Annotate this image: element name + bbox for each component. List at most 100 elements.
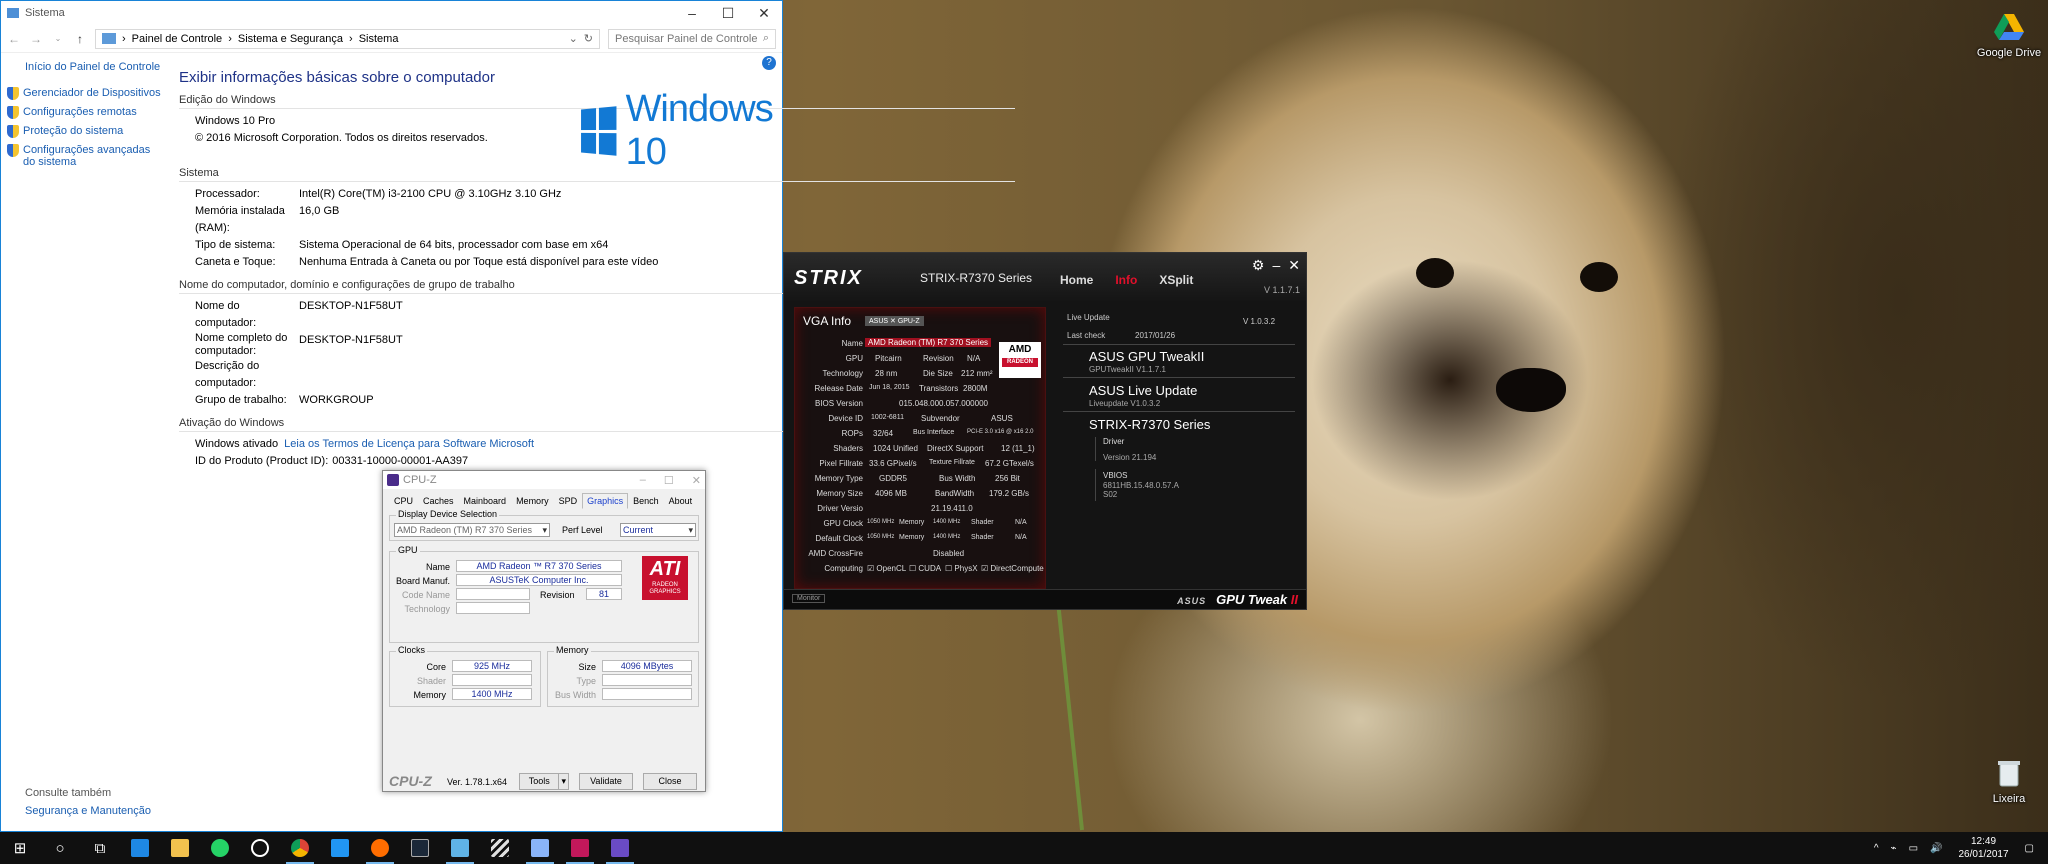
gpu-name-label: Name: [425, 562, 450, 572]
vbios-code: S02: [1103, 490, 1118, 499]
volume-icon[interactable]: 🔊: [1930, 843, 1942, 854]
minimize-button[interactable]: –: [674, 5, 710, 22]
up-arrow-icon[interactable]: ↑: [73, 32, 87, 46]
tools-button[interactable]: Tools ▾: [519, 773, 569, 790]
stripes-app-icon[interactable]: [480, 832, 520, 864]
license-terms-link[interactable]: Leia os Termos de Licença para Software …: [284, 436, 534, 453]
forward-arrow-icon[interactable]: →: [29, 32, 43, 46]
nav-link-label: Proteção do sistema: [23, 125, 124, 137]
close-button[interactable]: ✕: [692, 474, 701, 487]
info-label: GPU: [845, 354, 863, 363]
minimize-button[interactable]: –: [1272, 257, 1280, 274]
nav-home[interactable]: Home: [1060, 273, 1093, 287]
gpu-tweak-footer: Monitor ASUS GPU Tweak II: [784, 589, 1306, 609]
breadcrumb-item[interactable]: Sistema: [359, 33, 399, 45]
grass-stem: [1053, 581, 1084, 831]
network-icon[interactable]: ⌁: [1891, 843, 1897, 854]
display-device-fieldset: Display Device Selection AMD Radeon (TM)…: [389, 509, 699, 541]
nav-link-control-panel-home[interactable]: Início do Painel de Controle: [25, 61, 171, 73]
edge-icon[interactable]: [120, 832, 160, 864]
brand-suffix: II: [1290, 592, 1298, 607]
taskbar: ⊞ ○ ⧉ ^ ⌁ ▭ 🔊 12:49 26/01/2017 ▢: [0, 832, 2048, 864]
update-item-title[interactable]: ASUS Live Update: [1089, 383, 1197, 398]
update-item-title[interactable]: STRIX-R7370 Series: [1089, 417, 1210, 432]
minimize-button[interactable]: –: [640, 474, 646, 487]
close-button[interactable]: ✕: [746, 5, 782, 22]
help-icon[interactable]: ?: [762, 56, 776, 70]
info-value: PCI-E 3.0 x16 @ x16 2.0: [967, 429, 1034, 435]
info-value: N/A: [1015, 519, 1027, 526]
tab-cpu[interactable]: CPU: [389, 493, 418, 509]
checkbox-label: DirectCompute: [990, 564, 1044, 573]
chevron-up-icon[interactable]: ^: [1874, 843, 1879, 854]
notification-icon[interactable]: ▢: [2025, 843, 2034, 854]
system-key: Caneta e Toque:: [195, 256, 276, 268]
nav-xsplit[interactable]: XSplit: [1159, 273, 1193, 287]
search-input[interactable]: Pesquisar Painel de Controle ⌕: [608, 28, 776, 49]
tab-about[interactable]: About: [664, 493, 698, 509]
shield-icon: [7, 144, 19, 157]
breadcrumb-separator: ›: [122, 32, 126, 45]
task-view-icon[interactable]: ⧉: [80, 832, 120, 864]
asus-app-icon[interactable]: [440, 832, 480, 864]
maximize-button[interactable]: ☐: [664, 474, 674, 487]
technology-label: Technology: [404, 604, 450, 614]
update-item-title[interactable]: ASUS GPU TweakII: [1089, 349, 1204, 364]
nav-link-advanced-settings[interactable]: Configurações avançadas do sistema: [7, 144, 171, 168]
gpu-tweak-icon[interactable]: [560, 832, 600, 864]
tab-spd[interactable]: SPD: [554, 493, 583, 509]
tab-memory[interactable]: Memory: [511, 493, 554, 509]
back-arrow-icon[interactable]: ←: [7, 32, 21, 46]
monitor-app-icon[interactable]: [520, 832, 560, 864]
chrome-icon[interactable]: [280, 832, 320, 864]
tab-graphics[interactable]: Graphics: [582, 493, 629, 509]
asus-logo-text: ASUS: [1177, 596, 1207, 606]
info-label: Computing: [824, 564, 863, 573]
steam-icon[interactable]: [400, 832, 440, 864]
close-app-button[interactable]: Close: [643, 773, 697, 790]
info-value: 67.2 GTexel/s: [985, 459, 1034, 468]
core-label: Core: [426, 662, 446, 672]
nav-link-label: Gerenciador de Dispositivos: [23, 87, 161, 99]
tab-mainboard[interactable]: Mainboard: [459, 493, 512, 509]
system-key: Tipo de sistema:: [195, 239, 276, 251]
tab-bench[interactable]: Bench: [628, 493, 664, 509]
refresh-icon[interactable]: ↻: [584, 32, 593, 45]
clock[interactable]: 12:49 26/01/2017: [1958, 835, 2008, 861]
start-button[interactable]: ⊞: [0, 832, 40, 864]
security-maintenance-link[interactable]: Segurança e Manutenção: [25, 805, 151, 817]
nav-link-label: Configurações avançadas do sistema: [23, 144, 151, 168]
monitor-button[interactable]: Monitor: [792, 594, 826, 603]
nav-info[interactable]: Info: [1115, 273, 1137, 287]
desktop-icon-recycle-bin[interactable]: Lixeira: [1974, 756, 2044, 805]
maximize-button[interactable]: ☐: [710, 5, 746, 22]
close-button[interactable]: ✕: [1288, 257, 1300, 274]
messenger-icon[interactable]: [320, 832, 360, 864]
device-select[interactable]: AMD Radeon (TM) R7 370 Series: [394, 523, 550, 537]
gear-icon[interactable]: ⚙: [1252, 257, 1265, 274]
perf-level-label: Perf Level: [562, 525, 603, 535]
file-explorer-icon[interactable]: [160, 832, 200, 864]
breadcrumb-item[interactable]: Painel de Controle: [132, 33, 223, 45]
breadcrumb[interactable]: › Painel de Controle › Sistema e Seguran…: [95, 28, 600, 49]
recent-locations-icon[interactable]: ⌄: [51, 34, 65, 43]
validate-button[interactable]: Validate: [579, 773, 633, 790]
search-icon[interactable]: ○: [40, 832, 80, 864]
window-title: Sistema: [25, 7, 65, 19]
monitor-icon[interactable]: ▭: [1909, 843, 1918, 854]
cpuz-taskbar-icon[interactable]: [600, 832, 640, 864]
nav-link-remote-settings[interactable]: Configurações remotas: [7, 106, 171, 119]
whatsapp-icon[interactable]: [200, 832, 240, 864]
tab-caches[interactable]: Caches: [418, 493, 459, 509]
desktop-icon-google-drive[interactable]: Google Drive: [1974, 10, 2044, 59]
orange-app-icon[interactable]: [360, 832, 400, 864]
nav-link-device-manager[interactable]: Gerenciador de Dispositivos: [7, 87, 171, 100]
info-value: 1050 MHz: [867, 519, 895, 525]
breadcrumb-item[interactable]: Sistema e Segurança: [238, 33, 343, 45]
circle-app-icon[interactable]: [240, 832, 280, 864]
shader-label: Shader: [416, 676, 446, 686]
perf-level-select[interactable]: Current: [620, 523, 696, 537]
nav-link-system-protection[interactable]: Proteção do sistema: [7, 125, 171, 138]
app-version: V 1.1.7.1: [1263, 285, 1300, 295]
dropdown-icon[interactable]: ⌄: [569, 32, 578, 45]
